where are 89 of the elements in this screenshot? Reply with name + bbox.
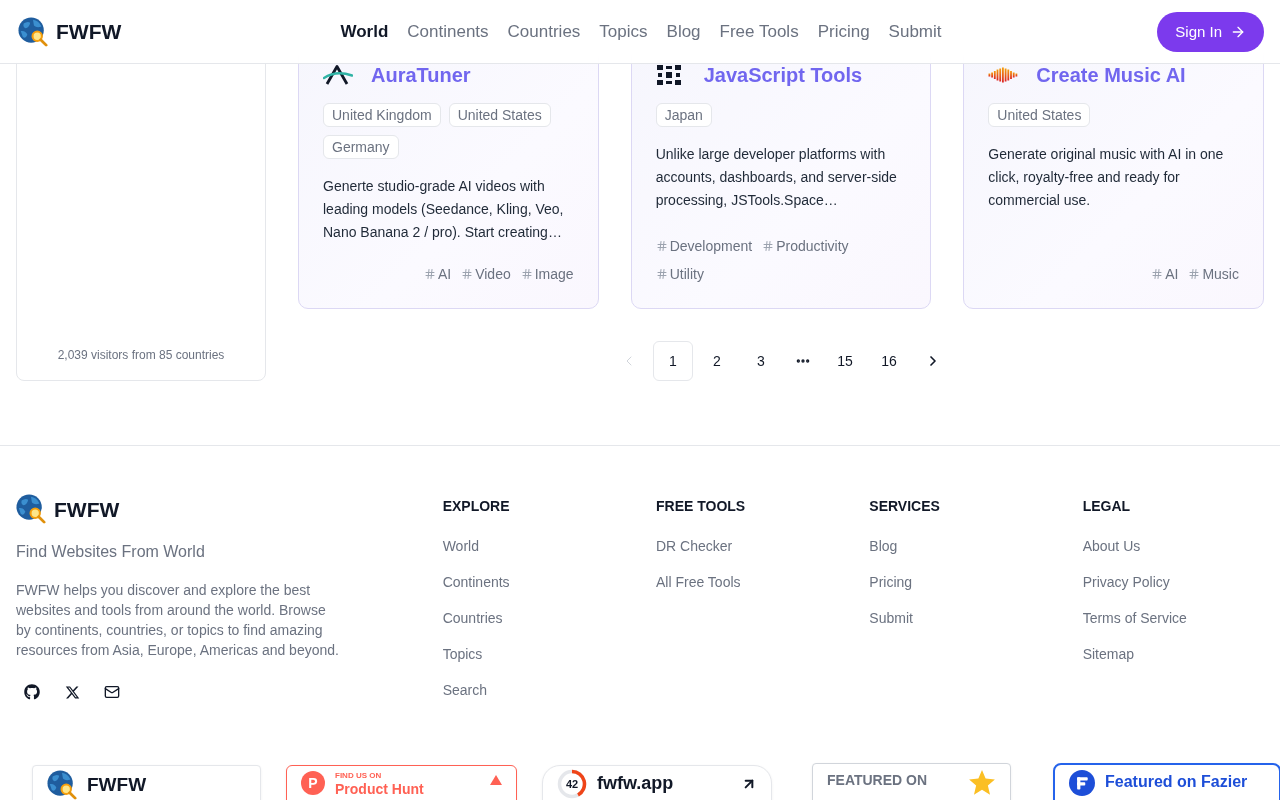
topic-tag[interactable]: Image (520, 264, 574, 284)
country-tag[interactable]: United States (988, 103, 1091, 127)
nav-link[interactable]: Free Tools (719, 19, 799, 44)
nav-link[interactable]: Pricing (817, 19, 870, 44)
topic-tag[interactable]: Music (1188, 264, 1239, 284)
topic-tag[interactable]: Productivity (762, 236, 849, 256)
footer-link[interactable]: Search (442, 680, 487, 700)
nav-link[interactable]: World (340, 19, 389, 44)
topic-tag[interactable]: AI (423, 264, 452, 284)
hash-icon (655, 240, 668, 252)
country-tag[interactable]: Japan (655, 103, 712, 127)
page-button[interactable]: 15 (825, 341, 865, 381)
hash-icon (461, 268, 474, 280)
github-icon (24, 684, 40, 700)
footer-link[interactable]: All Free Tools (656, 572, 741, 592)
featured-badge[interactable]: Featured on Fazier (1053, 763, 1280, 800)
badge-title: Product Hunt (335, 781, 424, 798)
nav-link[interactable]: Countries (507, 19, 581, 44)
hash-icon (520, 268, 533, 280)
tagline: Find Websites From World (16, 542, 205, 562)
site-title[interactable]: AuraTuner (371, 65, 471, 85)
x-logo-icon (64, 684, 80, 700)
site-title[interactable]: JavaScript Tools (703, 65, 863, 85)
topic-tag[interactable]: Development (655, 236, 753, 256)
footer-link[interactable]: Terms of Service (1082, 608, 1187, 628)
page-button[interactable]: 1 (653, 341, 693, 381)
nav-link[interactable]: Continents (407, 19, 489, 44)
badge-title: FEATURED ON (827, 772, 928, 789)
topic-tag[interactable]: Utility (655, 264, 704, 284)
featured-badge[interactable]: FWFW (32, 765, 261, 800)
featured-badge[interactable]: P FIND US ON Product Hunt (286, 765, 517, 800)
footer-link[interactable]: Continents (442, 572, 510, 592)
topic-tag[interactable]: AI (1151, 264, 1179, 284)
country-tag[interactable]: United States (448, 103, 551, 127)
sign-in-button[interactable]: Sign In (1157, 11, 1264, 52)
nav-link[interactable]: Topics (599, 19, 648, 44)
footer-link[interactable]: Blog (869, 536, 898, 556)
swoosh-logo-icon (323, 65, 353, 85)
brand-logo-link[interactable]: FWFW (16, 494, 120, 524)
footer-link[interactable]: Pricing (869, 572, 913, 592)
soundwave-icon (988, 67, 1019, 83)
footer-heading: SERVICES (869, 497, 941, 516)
badge-title: Featured on Fazier (1105, 773, 1248, 792)
hash-icon (762, 240, 775, 252)
hash-icon (655, 268, 668, 280)
brand-logo-link[interactable]: FWFW (18, 16, 122, 47)
site-title[interactable]: Create Music AI (1036, 65, 1186, 85)
footer-link[interactable]: Submit (869, 608, 913, 628)
footer-link[interactable]: DR Checker (656, 536, 733, 556)
page-button[interactable]: 3 (741, 341, 781, 381)
footer-heading: FREE TOOLS (656, 497, 747, 516)
circuit-icon (655, 65, 682, 85)
footer-link[interactable]: World (442, 536, 479, 556)
badge-eyebrow: FIND US ON (335, 771, 383, 781)
visitors-count: 2,039 visitors from 85 countries (57, 347, 225, 363)
footer-heading: EXPLORE (442, 497, 511, 516)
site-description: FWFW helps you discover and explore the best websites and tools from around the world. Browse by continents, countries, or topics to find amazing resources from Asia, Europe, Americas and beyond. (16, 581, 340, 660)
page-button[interactable]: 2 (697, 341, 737, 381)
hash-icon (423, 268, 436, 280)
globe-search-icon (16, 494, 46, 524)
country-tag[interactable]: United Kingdom (323, 103, 441, 127)
hash-icon (1188, 268, 1201, 280)
footer-link[interactable]: Countries (442, 608, 503, 628)
site-description: Generate original music with AI in one click, royalty-free and ready for commercial use. (988, 145, 1225, 210)
brand-mark: P (301, 771, 325, 795)
badge-title: FWFW (87, 774, 147, 796)
country-tag[interactable]: Germany (323, 135, 399, 159)
upvote-icon (490, 775, 502, 785)
page-button[interactable]: 16 (869, 341, 909, 381)
globe-search-icon (18, 16, 48, 47)
nav-link[interactable]: Blog (666, 19, 701, 44)
featured-badge[interactable]: 42 fwfw.app (542, 765, 772, 800)
site-description: Generte studio-grade AI videos with leading models (Seedance, Kling, Veo, Nano Banana 2 / pro). Start creating… (323, 177, 565, 242)
footer-link[interactable]: Sitemap (1082, 644, 1134, 664)
hash-icon (1151, 268, 1164, 280)
star-icon (968, 770, 996, 796)
footer-link[interactable]: Privacy Policy (1082, 572, 1170, 592)
footer-link[interactable]: Topics (442, 644, 483, 664)
featured-badge[interactable]: FEATURED ON (812, 763, 1011, 800)
site-description: Unlike large developer platforms with accounts, dashboards, and server-side processing, JSTools.Space… (655, 145, 898, 210)
mail-icon (104, 684, 120, 700)
logo-mark-icon (1069, 770, 1095, 796)
footer-link[interactable]: About Us (1082, 536, 1141, 556)
rating-score: 42 (565, 778, 579, 790)
badge-title: fwfw.app (597, 773, 674, 794)
globe-search-icon (47, 770, 77, 800)
footer-heading: LEGAL (1082, 497, 1132, 516)
topic-tag[interactable]: Video (461, 264, 511, 284)
nav-link[interactable]: Submit (888, 19, 942, 44)
